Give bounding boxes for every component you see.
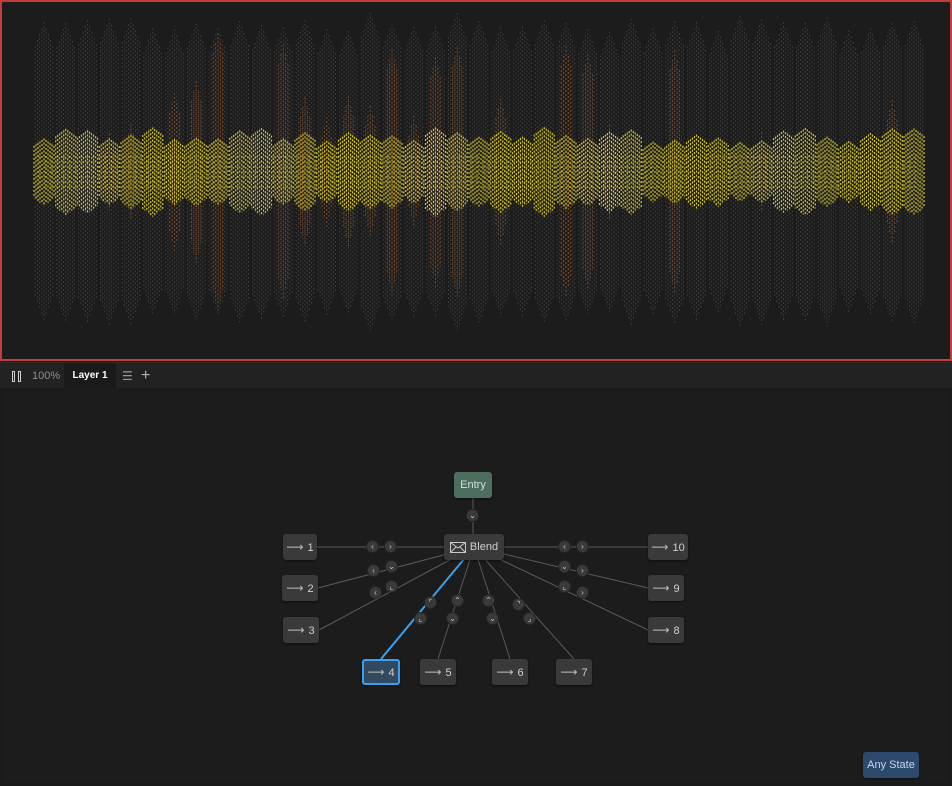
- arrow-right-icon: ⟶: [286, 540, 304, 554]
- transition-down-chevron-icon[interactable]: ⌄: [466, 509, 479, 522]
- transition-chevron-left-icon[interactable]: ‹: [367, 564, 380, 577]
- audio-visualizer: [0, 0, 952, 361]
- transition-chevron-down-icon[interactable]: ⌄: [486, 612, 499, 625]
- transition-corner-icon[interactable]: ⌞: [385, 580, 398, 593]
- state-label: 10: [672, 542, 685, 554]
- transition-chevron-left-icon[interactable]: ‹: [558, 540, 571, 553]
- spectrum-column: [859, 28, 882, 316]
- state-label: 9: [673, 583, 680, 595]
- state-2[interactable]: ⟶ 2: [282, 575, 318, 601]
- state-4[interactable]: ⟶ 4: [362, 659, 400, 685]
- arrow-right-icon: ⟶: [560, 665, 578, 679]
- pause-icon: [12, 371, 15, 382]
- state-6[interactable]: ⟶ 6: [492, 659, 528, 685]
- state-label: 4: [388, 667, 395, 679]
- arrow-right-icon: ⟶: [287, 623, 305, 637]
- blend-node[interactable]: Blend: [444, 534, 504, 560]
- transition-corner-icon[interactable]: ⌞: [558, 580, 571, 593]
- state-7[interactable]: ⟶ 7: [556, 659, 592, 685]
- transition-corner-icon[interactable]: ⌞: [414, 612, 427, 625]
- state-9[interactable]: ⟶ 9: [648, 575, 684, 601]
- state-label: 2: [307, 583, 314, 595]
- transition-chevron-up-icon[interactable]: ⌃: [482, 594, 495, 607]
- arrow-right-icon: ⟶: [367, 665, 385, 679]
- blend-label: Blend: [469, 541, 499, 553]
- graph-edges: [317, 498, 649, 660]
- state-10[interactable]: ⟶ 10: [648, 534, 688, 560]
- transition-corner-icon[interactable]: ⌝: [512, 598, 525, 611]
- transition-chevron-right-icon[interactable]: ›: [576, 564, 589, 577]
- transition-chevron-right-icon[interactable]: ›: [384, 540, 397, 553]
- tab-bar: 100% Layer 1 ☰ +: [0, 362, 952, 389]
- transition-corner-icon[interactable]: ⌟: [523, 612, 536, 625]
- state-label: 8: [673, 625, 680, 637]
- pause-icon-bar: [18, 371, 21, 382]
- transition-chevron-down-icon[interactable]: ⌄: [385, 560, 398, 573]
- transition-corner-icon[interactable]: ⌜: [424, 596, 437, 609]
- state-3[interactable]: ⟶ 3: [283, 617, 319, 643]
- state-label: 6: [517, 667, 524, 679]
- arrow-right-icon: ⟶: [286, 581, 304, 595]
- state-label: 5: [445, 667, 452, 679]
- entry-node[interactable]: Entry: [454, 472, 492, 498]
- transition-chevron-right-icon[interactable]: ›: [576, 586, 589, 599]
- spectrum-column: [511, 26, 534, 318]
- arrow-right-icon: ⟶: [651, 540, 669, 554]
- state-5[interactable]: ⟶ 5: [420, 659, 456, 685]
- state-1[interactable]: ⟶ 1: [283, 534, 317, 560]
- arrow-right-icon: ⟶: [496, 665, 514, 679]
- transition-chevron-down-icon[interactable]: ⌄: [558, 560, 571, 573]
- transition-chevron-left-icon[interactable]: ‹: [369, 586, 382, 599]
- spectrum-bars: [33, 12, 925, 332]
- transition-chevron-down-icon[interactable]: ⌄: [446, 612, 459, 625]
- arrow-right-icon: ⟶: [424, 665, 442, 679]
- state-label: 7: [581, 667, 588, 679]
- state-8[interactable]: ⟶ 8: [648, 617, 684, 643]
- plus-icon[interactable]: +: [141, 363, 153, 389]
- state-graph-canvas[interactable]: Entry Blend ⟶ 1 ⟶ 2 ⟶ 3 ⟶ 4 ⟶ 5 ⟶ 6 ⟶ 7 ⟶ 8 ⟶ 9 ⟶…: [3, 388, 949, 782]
- transition-chevron-right-icon[interactable]: ›: [576, 540, 589, 553]
- transition-chevron-up-icon[interactable]: ⌃: [451, 594, 464, 607]
- spectrum-column: [685, 22, 708, 322]
- arrow-right-icon: ⟶: [652, 581, 670, 595]
- transition-chevron-left-icon[interactable]: ‹: [366, 540, 379, 553]
- state-label: 3: [308, 625, 315, 637]
- blend-tree-icon: [449, 541, 466, 553]
- zoom-level: 100%: [32, 370, 61, 382]
- list-icon[interactable]: ☰: [122, 363, 134, 389]
- state-label: 1: [307, 542, 314, 554]
- tab-layer-1[interactable]: Layer 1: [64, 363, 116, 389]
- spectrum-column: [337, 31, 360, 313]
- arrow-right-icon: ⟶: [652, 623, 670, 637]
- any-state-node[interactable]: Any State: [863, 752, 919, 778]
- pause-button[interactable]: [8, 363, 26, 389]
- spectrum-column: [163, 29, 186, 315]
